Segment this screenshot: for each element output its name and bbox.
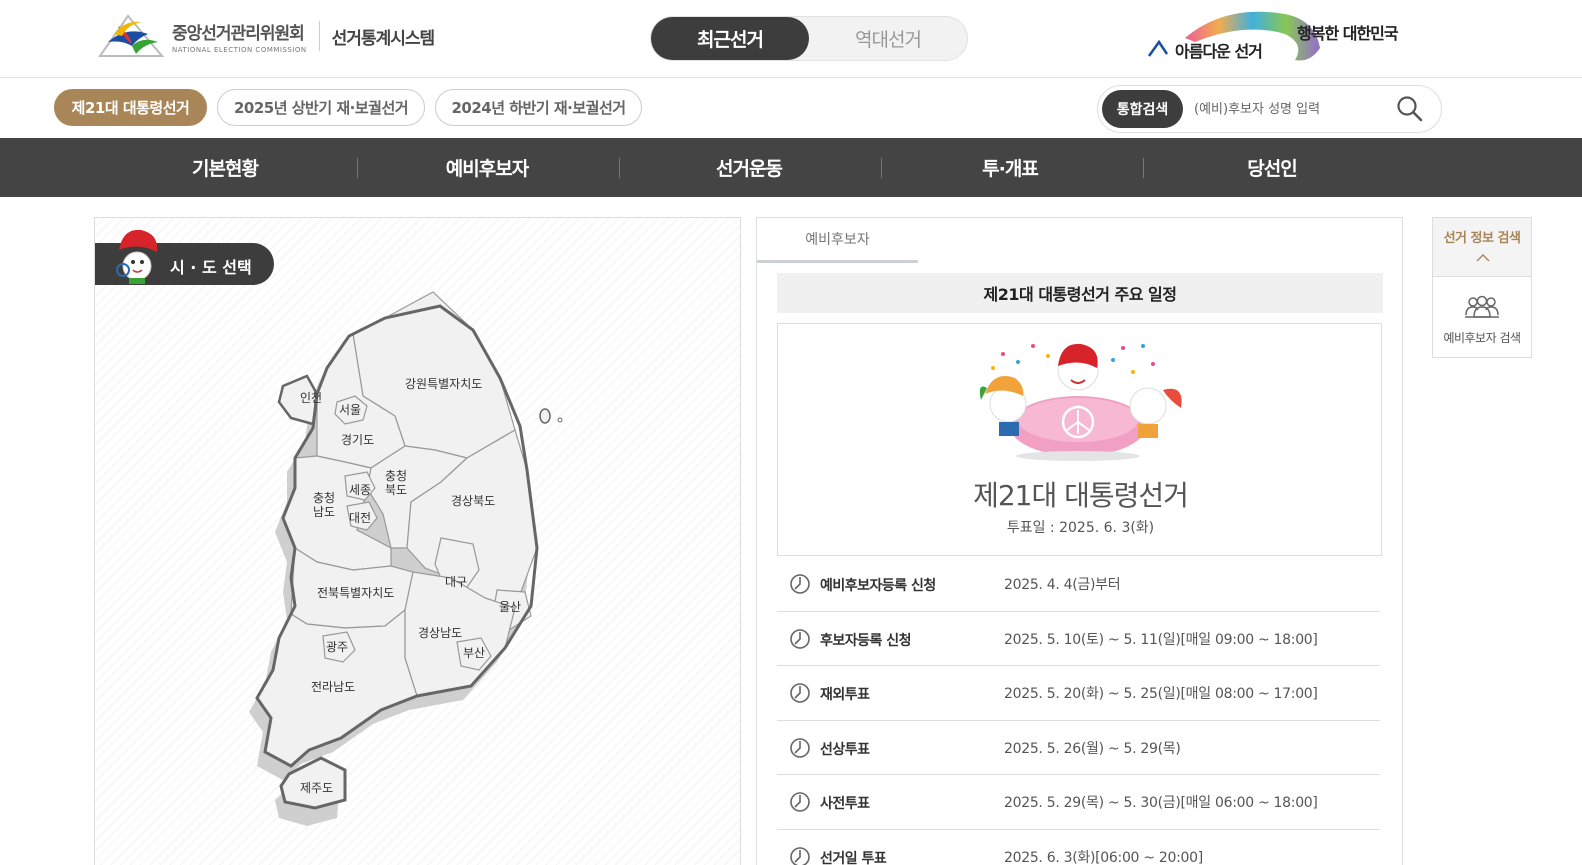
region-map-panel: 인천 서울 경기도 강원특별자치도 충청 북도 충청 남도 세종 대전 경상북도… bbox=[94, 217, 741, 865]
dokdo-island bbox=[557, 417, 563, 423]
chevron-up-icon[interactable] bbox=[1433, 253, 1533, 263]
schedule-row: 예비후보자등록 신청 2025. 4. 4(금)부터 bbox=[777, 557, 1380, 612]
label-chungnam-2: 남도 bbox=[313, 505, 335, 519]
clock-icon bbox=[790, 683, 810, 703]
search-input[interactable] bbox=[1194, 96, 1384, 122]
org-name-en: NATIONAL ELECTION COMMISSION bbox=[172, 45, 307, 54]
search-icon[interactable] bbox=[1396, 95, 1424, 123]
mascot-icon bbox=[116, 229, 158, 284]
schedule-label: 예비후보자등록 신청 bbox=[820, 578, 936, 594]
schedule-value: 2025. 5. 26(월) ~ 5. 29(목) bbox=[1004, 740, 1181, 757]
search-label: 통합검색 bbox=[1102, 90, 1183, 128]
nav-basic-status[interactable]: 기본현황 bbox=[94, 138, 356, 197]
label-gangwon: 강원특별자치도 bbox=[405, 377, 482, 391]
hero-election-title: 제21대 대통령선거 bbox=[973, 479, 1189, 512]
schedule-value: 2025. 4. 4(금)부터 bbox=[1004, 577, 1121, 593]
recent-election-button[interactable]: 최근선거 bbox=[651, 17, 809, 60]
past-election-button[interactable]: 역대선거 bbox=[809, 17, 967, 60]
election-tab-2025-first-half-byelection[interactable]: 2025년 상반기 재·보궐선거 bbox=[217, 89, 425, 126]
ulleungdo-island bbox=[539, 408, 551, 424]
nav-elected[interactable]: 당선인 bbox=[1141, 138, 1403, 197]
main-nav: 기본현황 예비후보자 선거운동 투·개표 당선인 bbox=[0, 138, 1582, 197]
clock-icon bbox=[790, 628, 810, 649]
label-seoul: 서울 bbox=[339, 403, 361, 417]
label-chungnam-1: 충청 bbox=[313, 491, 335, 505]
site-header: 중앙선거관리위원회 NATIONAL ELECTION COMMISSION 선… bbox=[0, 0, 1582, 78]
slogan-left: 아름다운 선거 bbox=[1175, 42, 1263, 61]
schedule-row: 선상투표 2025. 5. 26(월) ~ 5. 29(목) bbox=[777, 721, 1380, 775]
campaign-slogan: 아름다운 선거 행복한 대한민국 bbox=[1145, 8, 1407, 66]
label-chungbuk-2: 북도 bbox=[385, 483, 407, 497]
nav-preliminary-candidates[interactable]: 예비후보자 bbox=[356, 138, 618, 197]
label-jeonbuk: 전북특별자치도 bbox=[317, 586, 394, 600]
schedule-row: 재외투표 2025. 5. 20(화) ~ 5. 25(일)[매일 08:00 … bbox=[777, 666, 1380, 721]
election-period-toggle: 최근선거 역대선거 bbox=[650, 16, 968, 61]
label-gyeongbuk: 경상북도 bbox=[451, 494, 495, 508]
clock-icon bbox=[790, 574, 810, 594]
schedule-label: 후보자등록 신청 bbox=[820, 632, 912, 649]
label-gyeonggi: 경기도 bbox=[341, 433, 374, 447]
quick-menu-header[interactable]: 선거 정보 검색 bbox=[1433, 218, 1531, 277]
label-chungbuk-1: 충청 bbox=[385, 469, 407, 483]
clock-icon bbox=[790, 792, 810, 812]
nec-logo[interactable]: 중앙선거관리위원회 NATIONAL ELECTION COMMISSION 선… bbox=[98, 12, 435, 60]
label-daegu: 대구 bbox=[445, 575, 467, 589]
election-select-bar: 제21대 대통령선거 2025년 상반기 재·보궐선거 2024년 하반기 재·… bbox=[0, 78, 1582, 138]
label-daejeon: 대전 bbox=[349, 511, 371, 525]
logo-divider bbox=[318, 21, 320, 51]
clock-icon bbox=[790, 737, 810, 758]
label-incheon: 인천 bbox=[300, 390, 322, 405]
schedule-label: 재외투표 bbox=[820, 687, 870, 703]
election-tab-21st-presidential[interactable]: 제21대 대통령선거 bbox=[54, 89, 207, 126]
clock-icon bbox=[790, 846, 810, 865]
schedule-value: 2025. 5. 29(목) ~ 5. 30(금)[매일 06:00 ~ 18:… bbox=[1004, 795, 1318, 811]
label-gwangju: 광주 bbox=[326, 640, 348, 654]
hero-election-date: 투표일 : 2025. 6. 3(화) bbox=[1006, 520, 1155, 536]
label-jeju: 제주도 bbox=[300, 781, 333, 795]
quick-search-candidates[interactable]: 예비후보자 검색 bbox=[1433, 277, 1531, 346]
schedule-row: 후보자등록 신청 2025. 5. 10(토) ~ 5. 11(일)[매일 09… bbox=[777, 612, 1380, 666]
label-busan: 부산 bbox=[463, 646, 485, 660]
schedule-label: 사전투표 bbox=[820, 796, 870, 812]
election-hero-card: 제21대 대통령선거 투표일 : 2025. 6. 3(화) bbox=[777, 323, 1382, 556]
schedule-label: 선상투표 bbox=[820, 741, 870, 758]
schedule-row: 선거일 투표 2025. 6. 3(화)[06:00 ~ 20:00] bbox=[777, 830, 1380, 865]
schedule-value: 2025. 5. 10(토) ~ 5. 11(일)[매일 09:00 ~ 18:… bbox=[1004, 631, 1318, 648]
system-title: 선거통계시스템 bbox=[331, 28, 435, 49]
integrated-search: 통합검색 bbox=[1097, 85, 1442, 133]
schedule-list: 예비후보자등록 신청 2025. 4. 4(금)부터 후보자등록 신청 2025… bbox=[777, 557, 1380, 865]
schedule-label: 선거일 투표 bbox=[820, 850, 887, 865]
tab-preliminary-candidates[interactable]: 예비후보자 bbox=[757, 218, 918, 263]
nav-campaign[interactable]: 선거운동 bbox=[618, 138, 880, 197]
nav-voting-counting[interactable]: 투·개표 bbox=[879, 138, 1141, 197]
label-ulsan: 울산 bbox=[499, 600, 521, 614]
schedule-title: 제21대 대통령선거 주요 일정 bbox=[777, 273, 1383, 313]
org-name: 중앙선거관리위원회 bbox=[172, 23, 305, 44]
people-icon bbox=[1465, 295, 1499, 318]
schedule-value: 2025. 6. 3(화)[06:00 ~ 20:00] bbox=[1004, 849, 1203, 865]
election-info-panel: 예비후보자 제21대 대통령선거 주요 일정 제21대 대통령선거 투표일 : … bbox=[756, 217, 1403, 865]
korea-map: 인천 서울 경기도 강원특별자치도 충청 북도 충청 남도 세종 대전 경상북도… bbox=[249, 291, 563, 826]
label-jeonnam: 전라남도 bbox=[311, 680, 355, 694]
nec-emblem-icon bbox=[98, 14, 164, 57]
label-sejong: 세종 bbox=[349, 483, 371, 497]
schedule-row: 사전투표 2025. 5. 29(목) ~ 5. 30(금)[매일 06:00 … bbox=[777, 775, 1380, 830]
quick-menu: 선거 정보 검색 예비후보자 검색 bbox=[1432, 217, 1532, 358]
schedule-value: 2025. 5. 20(화) ~ 5. 25(일)[매일 08:00 ~ 17:… bbox=[1004, 686, 1318, 702]
label-gyeongnam: 경상남도 bbox=[418, 626, 462, 640]
quick-menu-title: 선거 정보 검색 bbox=[1443, 231, 1521, 246]
quick-item-label: 예비후보자 검색 bbox=[1443, 331, 1521, 345]
sido-select-label: 시 · 도 선택 bbox=[170, 258, 252, 277]
mascots-ballot-icon bbox=[979, 343, 1182, 461]
slogan-right: 행복한 대한민국 bbox=[1297, 24, 1399, 43]
election-tab-2024-second-half-byelection[interactable]: 2024년 하반기 재·보궐선거 bbox=[435, 89, 642, 126]
